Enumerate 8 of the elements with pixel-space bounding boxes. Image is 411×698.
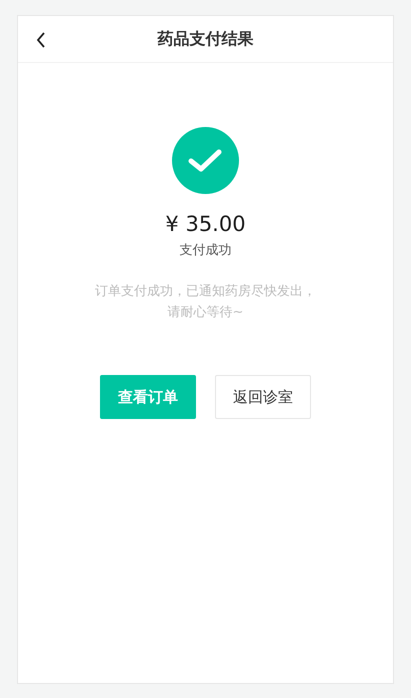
page-title: 药品支付结果	[158, 28, 254, 50]
back-icon	[36, 32, 46, 48]
result-message: 订单支付成功，已通知药房尽快发出，	[95, 283, 316, 301]
payment-status: 支付成功	[180, 242, 232, 259]
success-check-icon	[172, 127, 239, 194]
payment-amount: ¥ 35.00	[165, 211, 246, 237]
return-button[interactable]: 返回诊室	[215, 375, 311, 419]
result-message: 请耐心等待~	[168, 304, 244, 322]
